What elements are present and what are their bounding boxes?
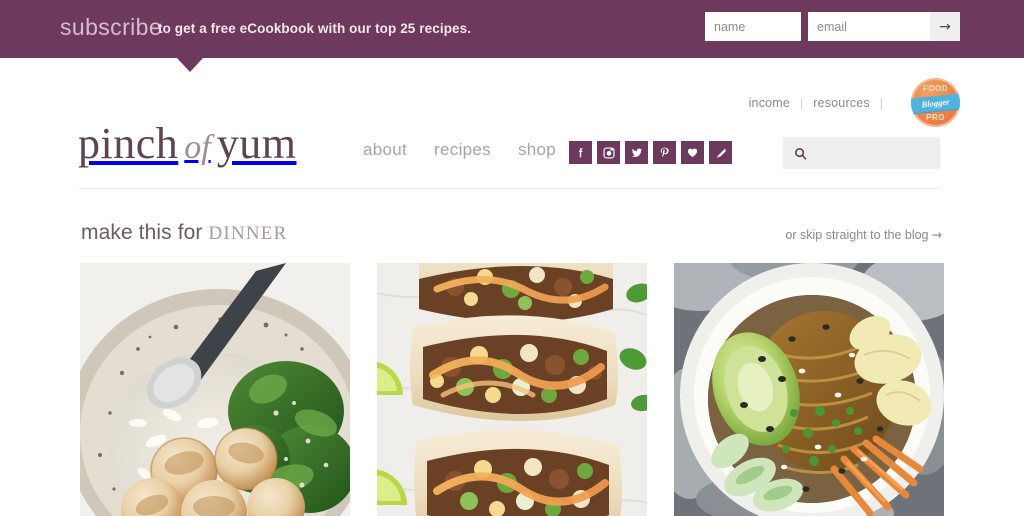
badge-top-text: FOOD [922,84,949,93]
search-box[interactable] [783,137,991,169]
featured-tiles [80,263,944,516]
subscribe-bar: subscribe to get a free eCookbook with o… [0,0,1024,58]
main-navigation: about recipes shop [363,140,556,160]
facebook-icon[interactable] [569,141,592,164]
logo-word-yum: yum [216,119,297,168]
logo-word-pinch: pinch [78,119,179,168]
feedly-icon[interactable] [709,141,732,164]
utility-separator-1: | [800,95,804,110]
featured-tile-scallops[interactable] [80,263,350,516]
subscribe-bar-notch [177,58,203,72]
twitter-icon[interactable] [625,141,648,164]
section-title-lead: make this for [81,221,203,244]
site-logo[interactable]: pinch of yum [78,118,296,174]
social-links [569,141,732,164]
search-icon [793,146,808,161]
utility-separator-2: | [879,95,883,110]
seared-scallops-risotto-kale-image [80,263,350,516]
nav-item-about[interactable]: about [363,140,407,160]
skip-to-blog-label: or skip straight to the blog [785,228,929,242]
header-divider [79,188,940,189]
subscribe-heading: subscribe [60,14,163,40]
badge-bottom-text: PRO [926,113,945,122]
food-blogger-pro-badge[interactable]: FOOD Blogger PRO [911,78,960,127]
search-input[interactable] [808,138,991,168]
bloglovin-heart-icon[interactable] [681,141,704,164]
subscribe-submit-button[interactable]: → [930,12,960,41]
skip-to-blog-link[interactable]: or skip straight to the blog → [785,227,942,242]
subscribe-name-field-wrap [705,12,801,41]
subscribe-form: → [705,12,960,41]
logo-word-of: of [184,129,211,166]
street-tacos-corn-salsa-image [377,263,647,516]
badge-ribbon-text: Blogger [921,96,950,110]
subscribe-email-field-wrap: → [808,12,960,41]
featured-tile-tacos[interactable] [377,263,647,516]
section-title-accent: DINNER [208,223,288,244]
pinterest-icon[interactable] [653,141,676,164]
arrow-right-icon: → [931,227,942,242]
featured-tile-buddha-bowl[interactable] [674,263,944,516]
nav-item-recipes[interactable]: recipes [434,140,491,160]
section-title: make this for DINNER [81,221,288,245]
nav-item-shop[interactable]: shop [518,140,556,160]
utility-nav: income | resources | FOOD Blogger PRO [749,78,960,127]
utility-link-income[interactable]: income [749,96,791,110]
instagram-icon[interactable] [597,141,620,164]
buddha-bowl-avocado-carrot-image [674,263,944,516]
badge-ribbon: Blogger [911,93,960,114]
subscribe-tagline: to get a free eCookbook with our top 25 … [158,21,472,36]
utility-link-resources[interactable]: resources [813,96,870,110]
subscribe-name-input[interactable] [705,13,801,40]
